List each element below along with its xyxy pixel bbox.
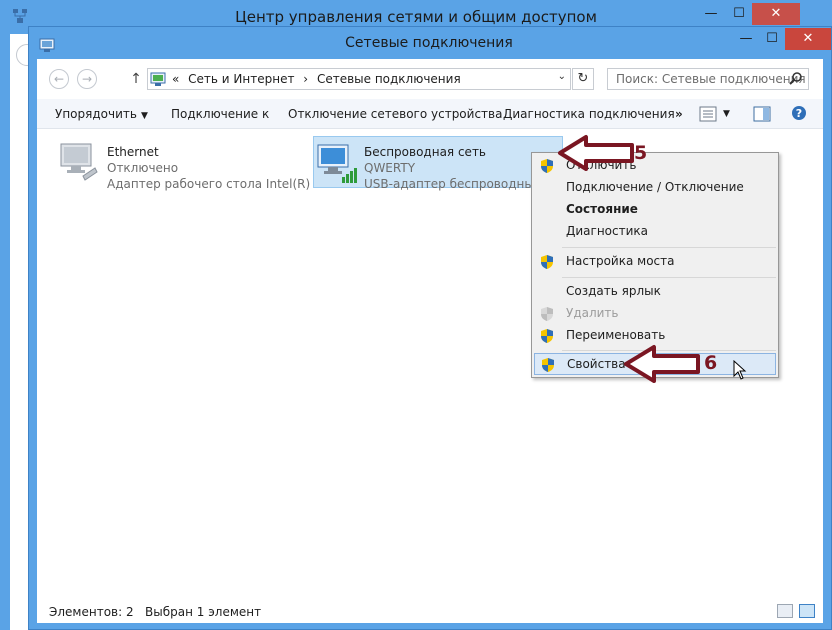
annotation-number-5: 5 (634, 142, 648, 164)
connection-ethernet[interactable]: Ethernet Отключено Адаптер рабочего стол… (57, 136, 325, 192)
menu-item-connect-disconnect[interactable]: Подключение / Отключение (534, 177, 776, 199)
menu-label: Создать ярлык (566, 284, 661, 298)
breadcrumb-separator[interactable]: › (303, 72, 308, 86)
chevron-down-icon: ▼ (140, 111, 148, 121)
navigation-bar: ← → ↑ « Сеть и Интернет › Сетевые подклю… (37, 59, 823, 99)
diagnose-button[interactable]: Диагностика подключения (503, 107, 675, 121)
annotation-arrow-6-icon (624, 345, 700, 383)
connection-name: Ethernet (107, 145, 159, 159)
search-placeholder: Поиск: Сетевые подключения (616, 72, 806, 86)
breadcrumb-network-internet[interactable]: Сеть и Интернет (188, 72, 294, 86)
menu-label: Состояние (566, 202, 638, 216)
ethernet-adapter-icon (60, 143, 98, 181)
connection-name: Беспроводная сеть (364, 145, 487, 159)
view-options-icon[interactable] (699, 106, 717, 122)
organize-button[interactable]: Упорядочить ▼ (55, 107, 148, 121)
svg-text:?: ? (796, 107, 802, 120)
command-bar: Упорядочить ▼ Подключение к Отключение се… (37, 99, 823, 129)
view-dropdown-icon[interactable]: ▼ (723, 109, 730, 119)
menu-separator (562, 277, 776, 278)
connection-status: Отключено (107, 161, 179, 175)
search-input[interactable]: Поиск: Сетевые подключения (607, 68, 809, 90)
back-close-button[interactable]: ✕ (752, 3, 800, 25)
uac-shield-icon (541, 159, 553, 173)
mouse-cursor-icon (733, 360, 747, 380)
uac-shield-icon (541, 255, 553, 269)
menu-label: Подключение / Отключение (566, 180, 744, 194)
organize-label: Упорядочить (55, 107, 137, 121)
maximize-button[interactable]: ☐ (759, 28, 785, 50)
network-folder-icon (150, 72, 166, 86)
address-dropdown-icon[interactable]: ⌄ (558, 71, 566, 82)
minimize-button[interactable]: — (733, 28, 759, 50)
details-view-icon[interactable] (777, 604, 793, 618)
address-bar[interactable]: « Сеть и Интернет › Сетевые подключения … (147, 68, 571, 90)
forward-button[interactable]: → (77, 69, 97, 89)
connect-to-button[interactable]: Подключение к (171, 107, 269, 121)
menu-item-status[interactable]: Состояние (534, 199, 776, 221)
connection-adapter: USB-адаптер беспроводных се (364, 177, 559, 191)
uac-shield-icon (542, 358, 554, 372)
more-commands-button[interactable]: » (675, 107, 683, 121)
menu-item-diagnose[interactable]: Диагностика (534, 221, 776, 243)
menu-label: Настройка моста (566, 254, 675, 268)
search-icon[interactable] (788, 71, 804, 87)
back-maximize-button[interactable]: ☐ (726, 3, 752, 25)
window-title: Сетевые подключения (345, 35, 513, 51)
uac-shield-icon (541, 329, 553, 343)
menu-item-delete: Удалить (534, 303, 776, 325)
selection-count: Выбран 1 элемент (145, 605, 262, 619)
refresh-button[interactable]: ↻ (572, 68, 594, 90)
preview-pane-icon[interactable] (753, 106, 771, 122)
address-prefix[interactable]: « (172, 72, 179, 86)
tiles-view-icon[interactable] (799, 604, 815, 618)
back-button[interactable]: ← (49, 69, 69, 89)
up-button[interactable]: ↑ (129, 69, 143, 89)
wireless-adapter-icon (317, 144, 357, 183)
menu-label: Переименовать (566, 328, 666, 342)
menu-label: Свойства (567, 357, 626, 371)
menu-item-create-shortcut[interactable]: Создать ярлык (534, 281, 776, 303)
annotation-arrow-5-icon (558, 135, 634, 171)
menu-separator (562, 247, 776, 248)
menu-item-bridge[interactable]: Настройка моста (534, 251, 776, 273)
breadcrumb-network-connections[interactable]: Сетевые подключения (317, 72, 461, 86)
uac-shield-disabled-icon (541, 307, 553, 321)
connection-wireless[interactable]: Беспроводная сеть QWERTY USB-адаптер бес… (313, 136, 563, 191)
items-count: Элементов: 2 (49, 605, 134, 619)
close-button[interactable]: ✕ (785, 28, 831, 50)
connection-status: QWERTY (364, 161, 416, 175)
annotation-number-6: 6 (704, 352, 718, 374)
menu-label: Диагностика (566, 224, 649, 238)
back-minimize-button[interactable]: — (698, 3, 724, 25)
menu-label: Удалить (566, 306, 619, 320)
disable-device-button[interactable]: Отключение сетевого устройства (288, 107, 502, 121)
status-bar: Элементов: 2 Выбран 1 элемент (37, 602, 823, 623)
help-icon[interactable]: ? (791, 105, 807, 121)
connection-adapter: Адаптер рабочего стола Intel(R) ... (107, 177, 326, 191)
